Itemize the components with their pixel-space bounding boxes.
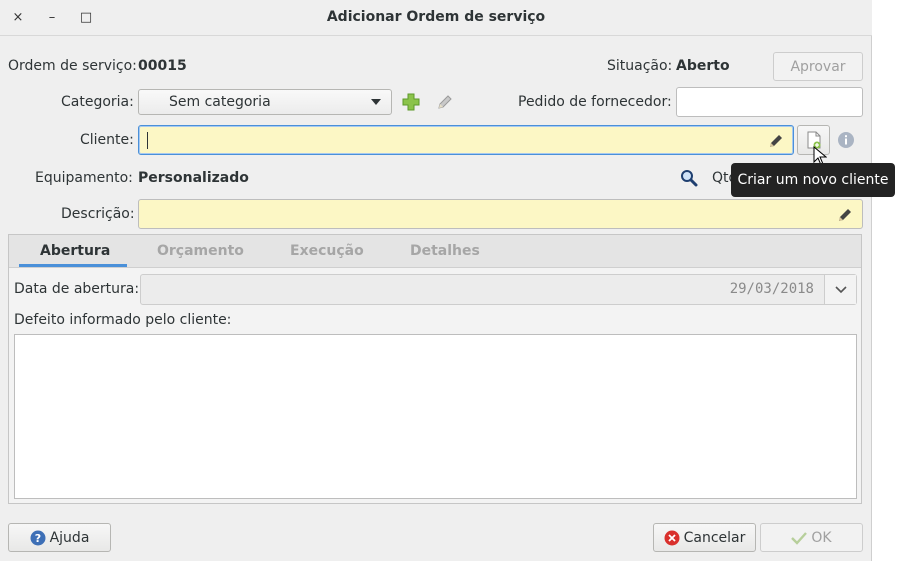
ok-button-label: OK	[811, 529, 832, 546]
active-tab-indicator	[19, 264, 127, 267]
tab-abertura[interactable]: Abertura	[40, 243, 110, 259]
window-title: Adicionar Ordem de serviço	[326, 9, 546, 25]
ok-button[interactable]: OK	[760, 523, 863, 552]
tab-orcamento[interactable]: Orçamento	[157, 243, 244, 259]
category-selected-value: Sem categoria	[169, 94, 271, 110]
info-icon[interactable]	[837, 131, 855, 149]
status-value: Aberto	[676, 58, 730, 74]
category-select[interactable]: Sem categoria	[138, 89, 392, 115]
equipment-value: Personalizado	[138, 170, 249, 186]
tab-detalhes[interactable]: Detalhes	[410, 243, 480, 259]
defect-label: Defeito informado pelo cliente:	[14, 312, 232, 328]
edit-icon[interactable]	[436, 93, 454, 111]
tooltip-text: Criar um novo cliente	[737, 172, 889, 188]
cancel-button[interactable]: Cancelar	[653, 523, 756, 552]
client-label: Cliente:	[80, 132, 134, 148]
opening-date-input[interactable]: 29/03/2018	[140, 274, 857, 305]
pencil-icon[interactable]	[837, 206, 854, 223]
cancel-icon	[664, 530, 680, 546]
supplier-order-input[interactable]	[676, 87, 863, 117]
category-label: Categoria:	[61, 94, 134, 110]
date-dropdown-button[interactable]	[824, 275, 856, 304]
chevron-down-icon	[371, 99, 381, 105]
approve-button[interactable]: Aprovar	[773, 52, 863, 81]
tab-bar: Abertura Orçamento Execução Detalhes	[9, 235, 861, 268]
approve-button-label: Aprovar	[790, 58, 846, 75]
help-icon: ?	[30, 530, 46, 546]
check-icon	[791, 531, 808, 545]
opening-date-label: Data de abertura:	[14, 281, 140, 297]
defect-textarea[interactable]	[14, 334, 857, 499]
status-label: Situação:	[607, 58, 673, 74]
title-bar: × – □ Adicionar Ordem de serviço	[0, 0, 872, 36]
dialog-window: × – □ Adicionar Ordem de serviço Ordem d…	[0, 0, 872, 561]
tab-panel: Abertura Orçamento Execução Detalhes Dat…	[8, 234, 862, 504]
description-input[interactable]	[138, 199, 863, 229]
pencil-icon[interactable]	[768, 132, 785, 149]
opening-date-value: 29/03/2018	[729, 281, 814, 297]
order-label: Ordem de serviço:	[8, 58, 137, 74]
cancel-button-label: Cancelar	[683, 529, 746, 546]
chevron-down-icon	[835, 286, 847, 294]
description-label: Descrição:	[61, 206, 135, 222]
order-number: 00015	[138, 58, 187, 74]
supplier-order-label: Pedido de fornecedor:	[518, 94, 672, 110]
help-button-label: Ajuda	[49, 529, 90, 546]
svg-text:?: ?	[34, 532, 40, 545]
equipment-label: Equipamento:	[35, 170, 133, 186]
tooltip: Criar um novo cliente	[731, 163, 895, 197]
client-input[interactable]	[138, 125, 794, 155]
search-icon[interactable]	[680, 169, 698, 187]
tab-execucao[interactable]: Execução	[290, 243, 364, 259]
text-cursor	[147, 132, 148, 149]
add-icon[interactable]	[402, 93, 420, 111]
help-button[interactable]: ? Ajuda	[8, 523, 111, 552]
